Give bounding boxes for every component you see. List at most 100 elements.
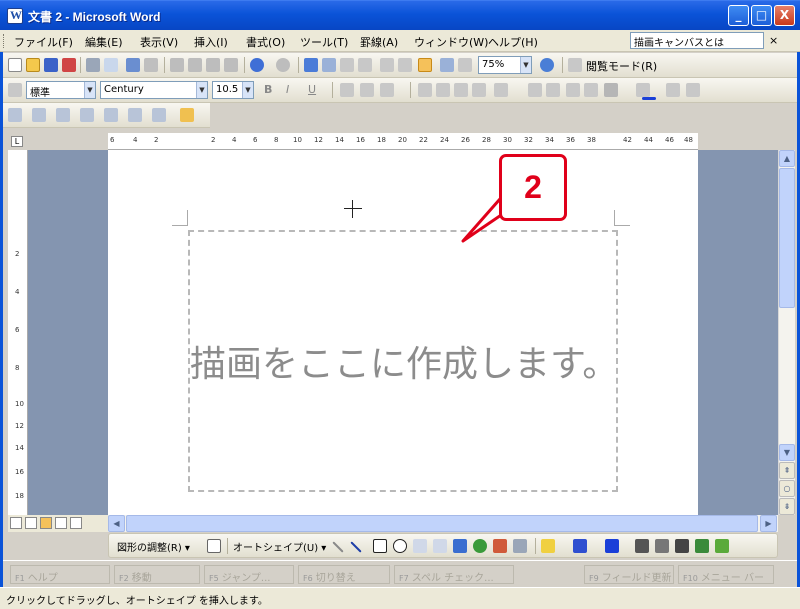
menu-view[interactable]: 表示(V) bbox=[140, 34, 178, 50]
browse-object-icon[interactable]: ○ bbox=[779, 480, 795, 497]
arrow-icon[interactable] bbox=[350, 541, 362, 553]
print-preview-icon[interactable] bbox=[104, 58, 118, 72]
canvas-option3-icon[interactable] bbox=[152, 108, 166, 122]
paste-icon[interactable] bbox=[206, 58, 220, 72]
bullets-icon[interactable] bbox=[546, 83, 560, 97]
insert-excel-icon[interactable] bbox=[358, 58, 372, 72]
fill-color-icon[interactable] bbox=[541, 539, 555, 553]
increase-indent-icon[interactable] bbox=[584, 83, 598, 97]
menu-table[interactable]: 罫線(A) bbox=[360, 34, 398, 50]
styles-icon[interactable] bbox=[8, 83, 22, 97]
hyperlink-icon[interactable] bbox=[304, 58, 318, 72]
help-icon[interactable] bbox=[540, 58, 554, 72]
drawing-canvas[interactable]: 描画をここに作成します。 bbox=[188, 230, 618, 492]
align-center-icon[interactable] bbox=[436, 83, 450, 97]
minimize-button[interactable]: _ bbox=[728, 5, 749, 26]
scroll-right-icon[interactable]: ▶ bbox=[760, 515, 777, 532]
prev-page-icon[interactable]: ⇞ bbox=[779, 462, 795, 479]
scroll-thumb[interactable] bbox=[779, 168, 795, 308]
autoshapes-menu-button[interactable]: オートシェイプ(U) ▾ bbox=[233, 539, 326, 554]
scroll-left-icon[interactable]: ◀ bbox=[108, 515, 125, 532]
canvas-option-icon[interactable] bbox=[104, 108, 118, 122]
normal-view-icon[interactable] bbox=[10, 517, 22, 529]
reading-view-icon[interactable] bbox=[70, 517, 82, 529]
3d-style-icon[interactable] bbox=[715, 539, 729, 553]
fn-key-move[interactable]: F2 移動 bbox=[114, 565, 200, 584]
vertical-ruler[interactable]: 2 4 6 8 10 12 14 16 18 bbox=[8, 150, 28, 515]
print-layout-icon[interactable] bbox=[40, 517, 52, 529]
fn-key-menu-bar[interactable]: F10 メニュー バー bbox=[678, 565, 774, 584]
char-border-icon[interactable] bbox=[340, 83, 354, 97]
char-shading-icon[interactable] bbox=[360, 83, 374, 97]
save-icon[interactable] bbox=[44, 58, 58, 72]
text-wrap-icon[interactable] bbox=[80, 108, 94, 122]
enclose-char-icon[interactable] bbox=[686, 83, 700, 97]
menu-file[interactable]: ファイル(F) bbox=[14, 34, 73, 50]
expand-icon[interactable] bbox=[32, 108, 46, 122]
reading-mode-icon[interactable] bbox=[568, 58, 582, 72]
phonetic-guide-icon[interactable] bbox=[666, 83, 680, 97]
fn-key-jump[interactable]: F5 ジャンプ... bbox=[204, 565, 294, 584]
document-close-icon[interactable]: × bbox=[769, 34, 778, 47]
oval-icon[interactable] bbox=[393, 539, 407, 553]
wordart-icon[interactable] bbox=[453, 539, 467, 553]
scale-drawing-icon[interactable] bbox=[56, 108, 70, 122]
fn-key-switch[interactable]: F6 切り替え bbox=[298, 565, 390, 584]
style-combo[interactable]: 標準 ▼ bbox=[26, 81, 96, 99]
decrease-indent-icon[interactable] bbox=[566, 83, 580, 97]
fn-key-update-field[interactable]: F9 フィールド更新 bbox=[584, 565, 674, 584]
draw-menu-button[interactable]: 図形の調整(R) ▾ bbox=[117, 539, 190, 554]
next-page-icon[interactable]: ⇟ bbox=[779, 498, 795, 515]
document-area[interactable]: 描画をここに作成します。 bbox=[28, 150, 778, 515]
clipart-icon[interactable] bbox=[493, 539, 507, 553]
columns-vertical-icon[interactable] bbox=[398, 58, 412, 72]
diagram-icon[interactable] bbox=[473, 539, 487, 553]
chevron-down-icon[interactable]: ▼ bbox=[242, 82, 253, 98]
menu-help[interactable]: ヘルプ(H) bbox=[488, 34, 538, 50]
font-color-icon[interactable] bbox=[636, 83, 650, 97]
fn-key-help[interactable]: F1 ヘルプ bbox=[10, 565, 110, 584]
format-painter-icon[interactable] bbox=[224, 58, 238, 72]
textbox-icon[interactable] bbox=[413, 539, 427, 553]
vertical-textbox-icon[interactable] bbox=[433, 539, 447, 553]
chevron-down-icon[interactable]: ▼ bbox=[196, 82, 207, 98]
new-document-icon[interactable] bbox=[8, 58, 22, 72]
picture-icon[interactable] bbox=[513, 539, 527, 553]
cut-icon[interactable] bbox=[170, 58, 184, 72]
line-color-icon[interactable] bbox=[573, 539, 587, 553]
help-question-input[interactable]: 描画キャンバスとは bbox=[630, 32, 764, 49]
insert-table-icon[interactable] bbox=[340, 58, 354, 72]
arrow-style-icon[interactable] bbox=[675, 539, 689, 553]
align-right-icon[interactable] bbox=[454, 83, 468, 97]
numbering-icon[interactable] bbox=[528, 83, 542, 97]
page[interactable]: 描画をここに作成します。 bbox=[108, 150, 698, 515]
font-size-combo[interactable]: 10.5 ▼ bbox=[212, 81, 254, 99]
fn-key-spelling[interactable]: F7 スペル チェック... bbox=[394, 565, 514, 584]
highlight-icon[interactable] bbox=[604, 83, 618, 97]
outline-view-icon[interactable] bbox=[55, 517, 67, 529]
canvas-format-icon[interactable] bbox=[180, 108, 194, 122]
shadow-icon[interactable] bbox=[695, 539, 709, 553]
chevron-down-icon[interactable]: ▼ bbox=[520, 57, 531, 73]
rectangle-icon[interactable] bbox=[373, 539, 387, 553]
line-icon[interactable] bbox=[332, 541, 344, 553]
menu-format[interactable]: 書式(O) bbox=[246, 34, 285, 50]
char-scale-icon[interactable] bbox=[380, 83, 394, 97]
undo-icon[interactable] bbox=[250, 58, 264, 72]
horizontal-scrollbar[interactable]: ◀ ▶ bbox=[108, 515, 778, 532]
menu-edit[interactable]: 編集(E) bbox=[85, 34, 123, 50]
reading-mode-button[interactable]: 閲覧モード(R) bbox=[586, 58, 657, 74]
vertical-scrollbar[interactable]: ▲ ▼ ⇞ ○ ⇟ bbox=[778, 150, 795, 515]
distributed-icon[interactable] bbox=[472, 83, 486, 97]
permission-icon[interactable] bbox=[62, 58, 76, 72]
word-app-icon[interactable] bbox=[7, 8, 23, 24]
research-icon[interactable] bbox=[144, 58, 158, 72]
tables-borders-icon[interactable] bbox=[322, 58, 336, 72]
select-objects-icon[interactable] bbox=[207, 539, 221, 553]
menu-insert[interactable]: 挿入(I) bbox=[194, 34, 228, 50]
horizontal-ruler[interactable]: 6 4 2 2 4 6 8 10 12 14 16 18 20 22 24 26… bbox=[108, 133, 698, 150]
web-layout-icon[interactable] bbox=[25, 517, 37, 529]
columns-icon[interactable] bbox=[380, 58, 394, 72]
menu-grip[interactable] bbox=[3, 34, 6, 48]
scroll-down-icon[interactable]: ▼ bbox=[779, 444, 795, 461]
